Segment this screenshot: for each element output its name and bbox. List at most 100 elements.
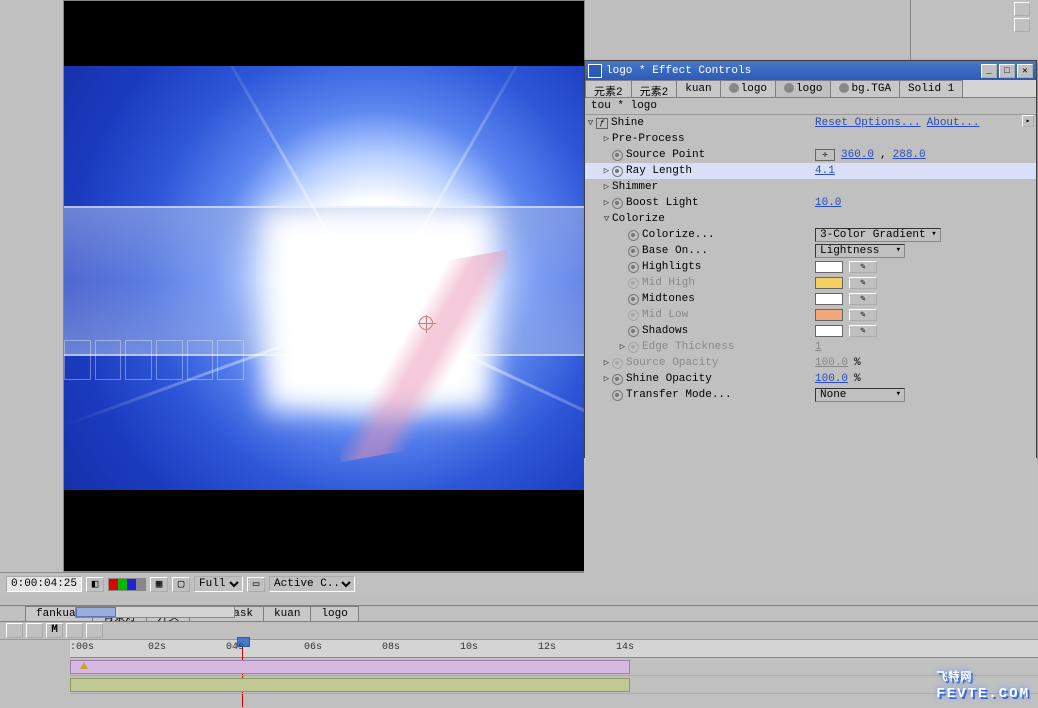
timeline-tab-logo[interactable]: logo xyxy=(310,606,358,621)
twirl-icon[interactable]: ▷ xyxy=(601,134,612,145)
prop-value[interactable]: 10.0 xyxy=(815,197,841,209)
stopwatch-icon[interactable] xyxy=(612,374,623,385)
stopwatch-icon[interactable] xyxy=(628,230,639,241)
twirl-icon[interactable] xyxy=(617,326,628,337)
keyframe-icon[interactable] xyxy=(80,662,88,669)
zoom-dropdown[interactable]: Full xyxy=(194,576,243,592)
track-row[interactable] xyxy=(70,658,1038,676)
prop-colorize[interactable]: ▽Colorize xyxy=(585,211,1036,227)
twirl-icon[interactable] xyxy=(617,246,628,257)
stopwatch-icon[interactable] xyxy=(628,278,639,289)
twirl-icon[interactable] xyxy=(617,278,628,289)
stopwatch-icon[interactable] xyxy=(628,310,639,321)
prop-colorize-[interactable]: Colorize...3-Color Gradient xyxy=(585,227,1036,243)
layer-bar[interactable] xyxy=(70,660,630,674)
twirl-icon[interactable] xyxy=(617,294,628,305)
tl-tool-button[interactable] xyxy=(26,623,43,638)
snapshot-button[interactable]: ◧ xyxy=(86,577,104,592)
about-link[interactable]: About... xyxy=(927,117,980,129)
color-chip[interactable] xyxy=(815,325,843,337)
eyedropper-icon[interactable]: ✎ xyxy=(849,309,877,321)
fx-icon[interactable]: ƒ xyxy=(596,118,608,129)
stopwatch-icon[interactable] xyxy=(612,150,623,161)
layer-bar[interactable] xyxy=(70,678,630,692)
panel-button-icon[interactable] xyxy=(1014,18,1030,32)
eyedropper-icon[interactable]: ✎ xyxy=(849,325,877,337)
preview-canvas[interactable] xyxy=(64,66,584,490)
mask-button[interactable]: ▢ xyxy=(172,577,190,592)
twirl-icon[interactable]: ▷ xyxy=(617,342,628,353)
twirl-icon[interactable]: ▽ xyxy=(585,118,596,129)
prop-ray-length[interactable]: ▷Ray Length4.1 xyxy=(585,163,1036,179)
eyedropper-icon[interactable]: ✎ xyxy=(849,293,877,305)
grid-button[interactable]: ▦ xyxy=(150,577,168,592)
color-chip[interactable] xyxy=(815,309,843,321)
value-y[interactable]: 288.0 xyxy=(893,149,926,161)
color-chip[interactable] xyxy=(815,293,843,305)
prop-base-on-[interactable]: Base On...Lightness xyxy=(585,243,1036,259)
tl-tool-button[interactable] xyxy=(66,623,83,638)
tl-tool-button[interactable] xyxy=(6,623,23,638)
track-row[interactable] xyxy=(70,676,1038,694)
tab-Solid 1[interactable]: Solid 1 xyxy=(899,80,963,97)
tl-tool-button[interactable] xyxy=(86,623,103,638)
prop-shimmer[interactable]: ▷Shimmer xyxy=(585,179,1036,195)
stopwatch-icon[interactable] xyxy=(628,294,639,305)
value-x[interactable]: 360.0 xyxy=(841,149,874,161)
twirl-icon[interactable]: ▽ xyxy=(601,214,612,225)
dropdown[interactable]: 3-Color Gradient xyxy=(815,228,941,242)
twirl-icon[interactable] xyxy=(601,150,612,161)
prop-highligts[interactable]: Highligts✎ xyxy=(585,259,1036,275)
color-chip[interactable] xyxy=(815,261,843,273)
timecode-field[interactable]: 0:00:04:25 xyxy=(6,576,82,592)
twirl-icon[interactable]: ▷ xyxy=(601,182,612,193)
stopwatch-icon[interactable] xyxy=(628,326,639,337)
prop-shine-opacity[interactable]: ▷Shine Opacity100.0 % xyxy=(585,371,1036,387)
effect-header[interactable]: ▽ƒShineReset Options...About... xyxy=(585,115,1036,131)
panel-menu-icon[interactable] xyxy=(1014,2,1030,16)
time-ruler[interactable]: :00s02s04s06s08s10s12s14s xyxy=(70,640,1038,658)
source-point-handle[interactable] xyxy=(419,316,433,330)
prop-midtones[interactable]: Midtones✎ xyxy=(585,291,1036,307)
prop-mid-low[interactable]: Mid Low✎ xyxy=(585,307,1036,323)
panel-menu-arrow-icon[interactable]: ▸ xyxy=(1022,115,1034,127)
tab-元素2[interactable]: 元素2 xyxy=(585,80,632,97)
stopwatch-icon[interactable] xyxy=(612,358,623,369)
twirl-icon[interactable] xyxy=(617,310,628,321)
twirl-icon[interactable]: ▷ xyxy=(601,198,612,209)
tab-bg.TGA[interactable]: bg.TGA xyxy=(830,80,900,97)
prop-boost-light[interactable]: ▷Boost Light10.0 xyxy=(585,195,1036,211)
tab-元素2[interactable]: 元素2 xyxy=(631,80,678,97)
region-button[interactable]: ▭ xyxy=(247,577,265,592)
twirl-icon[interactable]: ▷ xyxy=(601,374,612,385)
twirl-icon[interactable] xyxy=(617,230,628,241)
eyedropper-icon[interactable]: ✎ xyxy=(849,277,877,289)
camera-dropdown[interactable]: Active C... xyxy=(269,576,355,592)
twirl-icon[interactable] xyxy=(617,262,628,273)
dropdown[interactable]: None xyxy=(815,388,905,402)
eyedropper-icon[interactable]: ✎ xyxy=(849,261,877,273)
crosshair-icon[interactable]: ✛ xyxy=(815,149,835,161)
prop-value[interactable]: 1 xyxy=(815,341,822,353)
stopwatch-icon[interactable] xyxy=(612,390,623,401)
prop-shadows[interactable]: Shadows✎ xyxy=(585,323,1036,339)
close-button[interactable]: ✕ xyxy=(1017,64,1033,78)
motion-blur-button[interactable]: M xyxy=(46,623,63,638)
zoom-thumb[interactable] xyxy=(76,607,116,617)
prop-value[interactable]: 4.1 xyxy=(815,165,835,177)
prop-source-opacity[interactable]: ▷Source Opacity100.0 % xyxy=(585,355,1036,371)
prop-transfer-mode-[interactable]: Transfer Mode...None xyxy=(585,387,1036,403)
tab-logo[interactable]: logo xyxy=(775,80,831,97)
timeline-tab-kuan[interactable]: kuan xyxy=(263,606,311,621)
prop-source-point[interactable]: Source Point✛360.0,288.0 xyxy=(585,147,1036,163)
zoom-slider[interactable] xyxy=(75,606,235,618)
stopwatch-icon[interactable] xyxy=(628,246,639,257)
twirl-icon[interactable] xyxy=(601,390,612,401)
panel-titlebar[interactable]: logo * Effect Controls _ □ ✕ xyxy=(585,61,1036,80)
stopwatch-icon[interactable] xyxy=(628,262,639,273)
stopwatch-icon[interactable] xyxy=(612,198,623,209)
channel-buttons[interactable] xyxy=(108,578,146,591)
viewer-frame[interactable] xyxy=(63,0,585,572)
prop-pre-process[interactable]: ▷Pre-Process xyxy=(585,131,1036,147)
prop-value[interactable]: 100.0 xyxy=(815,357,848,369)
